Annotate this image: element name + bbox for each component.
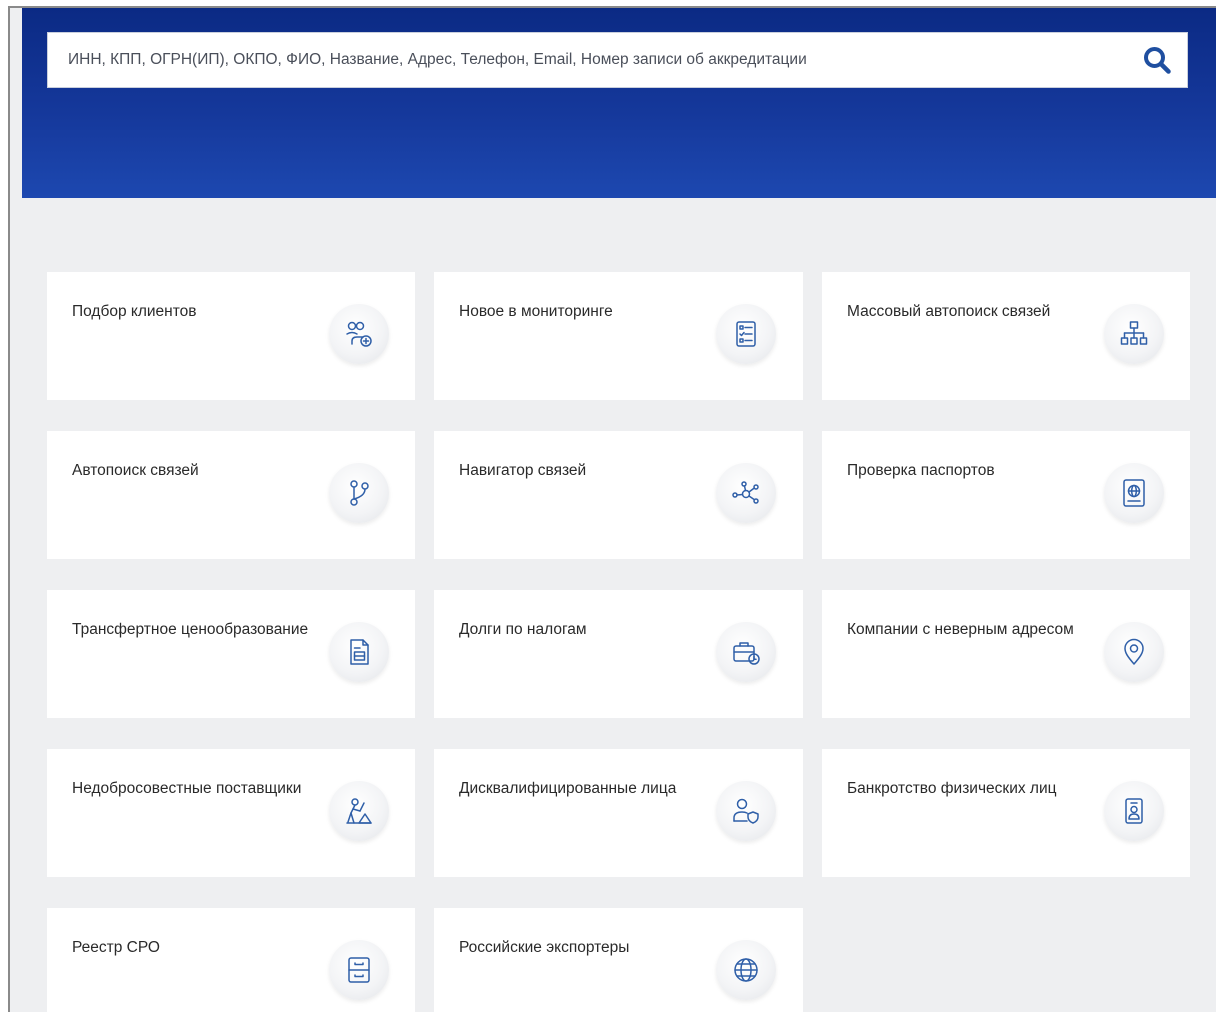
tile-transfer-pricing[interactable]: Трансфертное ценообразование — [47, 590, 415, 718]
search-button[interactable] — [1127, 33, 1187, 87]
tile-passport-check[interactable]: Проверка паспортов — [822, 431, 1190, 559]
tile-link-navigator[interactable]: Навигатор связей — [434, 431, 803, 559]
tile-label: Дисквалифицированные лица — [459, 780, 677, 797]
tile-unscrupulous-suppliers[interactable]: Недобросовестные поставщики — [47, 749, 415, 877]
search-input[interactable] — [48, 33, 1127, 87]
tile-label: Компании с неверным адресом — [847, 621, 1074, 638]
tile-label: Навигатор связей — [459, 462, 587, 479]
tile-label: Новое в мониторинге — [459, 303, 613, 320]
tile-client-selection[interactable]: Подбор клиентов — [47, 272, 415, 400]
tile-label: Автопоиск связей — [72, 462, 199, 479]
id-badge-icon — [1125, 798, 1143, 824]
search-icon — [1144, 47, 1171, 74]
cabinet-icon — [348, 957, 370, 983]
tile-monitoring-news[interactable]: Новое в мониторинге — [434, 272, 803, 400]
location-pin-icon — [1124, 638, 1144, 665]
tile-label: Долги по налогам — [459, 621, 587, 638]
network-icon — [732, 481, 759, 504]
branch-icon — [350, 480, 369, 506]
tile-russian-exporters[interactable]: Российские экспортеры — [434, 908, 803, 1012]
passport-icon — [1123, 479, 1145, 507]
globe-icon — [734, 958, 758, 982]
tile-mass-link-search[interactable]: Массовый автопоиск связей — [822, 272, 1190, 400]
tile-wrong-address[interactable]: Компании с неверным адресом — [822, 590, 1190, 718]
tile-sro-registry[interactable]: Реестр СРО — [47, 908, 415, 1012]
tile-tax-debts[interactable]: Долги по налогам — [434, 590, 803, 718]
tile-disqualified-persons[interactable]: Дисквалифицированные лица — [434, 749, 803, 877]
tile-label: Реестр СРО — [72, 939, 160, 956]
org-chart-icon — [1120, 321, 1148, 345]
services-grid: Подбор клиентов Новое в мониторинге Масс… — [47, 272, 1190, 1012]
tile-link-search[interactable]: Автопоиск связей — [47, 431, 415, 559]
add-users-icon — [346, 321, 372, 347]
tile-label: Массовый автопоиск связей — [847, 303, 1051, 320]
search-bar — [47, 32, 1188, 88]
tile-label: Трансфертное ценообразование — [72, 621, 309, 638]
checklist-icon — [736, 321, 756, 347]
tile-personal-bankruptcy[interactable]: Банкротство физических лиц — [822, 749, 1190, 877]
page-frame: Подбор клиентов Новое в мониторинге — [8, 6, 1216, 1012]
worker-icon — [346, 798, 372, 824]
user-shield-icon — [733, 798, 759, 824]
tile-label: Банкротство физических лиц — [847, 780, 1057, 797]
document-icon — [350, 639, 369, 665]
tile-label: Проверка паспортов — [847, 462, 995, 479]
tile-label: Российские экспортеры — [459, 939, 630, 956]
tile-label: Подбор клиентов — [72, 303, 197, 320]
tile-label: Недобросовестные поставщики — [72, 780, 302, 797]
briefcase-clock-icon — [733, 642, 760, 665]
